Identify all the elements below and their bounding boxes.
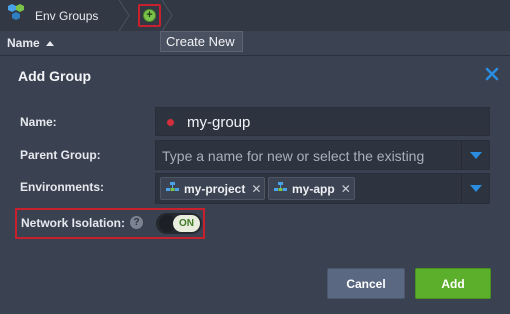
name-label: Name: — [20, 115, 57, 129]
cancel-button[interactable]: Cancel — [327, 268, 405, 299]
add-button[interactable]: Add — [415, 268, 491, 299]
network-isolation-row: Network Isolation: ? ON — [15, 208, 205, 239]
add-group-dialog: Add Group Name: Parent Group: Environmen… — [0, 56, 510, 314]
remove-tag-icon[interactable]: ✕ — [251, 182, 261, 196]
chevron-down-icon — [469, 185, 482, 192]
dialog-title: Add Group — [18, 68, 92, 84]
environments-label: Environments: — [20, 180, 105, 194]
environment-topology-icon — [166, 180, 179, 198]
parent-group-label: Parent Group: — [20, 148, 101, 162]
name-field[interactable] — [155, 107, 490, 136]
environment-tag-label: my-app — [292, 181, 335, 196]
name-column-header[interactable]: Name — [7, 36, 40, 50]
breadcrumb-env-groups[interactable]: Env Groups — [0, 0, 130, 31]
sort-ascending-icon[interactable] — [46, 41, 54, 46]
parent-group-combobox[interactable] — [155, 140, 490, 170]
toggle-state-label: ON — [173, 215, 200, 232]
breadcrumb-bar: Env Groups + — [0, 0, 510, 31]
remove-tag-icon[interactable]: ✕ — [341, 182, 351, 196]
environment-tag[interactable]: my-app ✕ — [268, 177, 355, 200]
chevron-down-icon — [469, 151, 482, 159]
breadcrumb-separator — [117, 0, 131, 31]
network-isolation-toggle[interactable]: ON — [156, 213, 202, 234]
name-input[interactable] — [187, 112, 477, 132]
network-isolation-label: Network Isolation: — [21, 216, 126, 230]
create-new-button[interactable]: + — [138, 4, 161, 27]
breadcrumb-env-groups-label: Env Groups — [35, 8, 99, 23]
environment-tag[interactable]: my-project ✕ — [160, 177, 265, 200]
environment-topology-icon — [274, 180, 287, 198]
breadcrumb-separator — [160, 0, 174, 31]
environments-dropdown-button[interactable] — [461, 174, 489, 203]
environments-tag-field[interactable]: my-project ✕ my-app ✕ — [155, 173, 490, 204]
plus-circle-icon: + — [143, 9, 156, 22]
close-icon[interactable] — [484, 66, 500, 82]
parent-group-dropdown-button[interactable] — [461, 141, 489, 169]
required-indicator-icon — [167, 119, 174, 126]
grid-column-header: Name — [0, 31, 510, 56]
hexagon-cluster-icon — [6, 3, 26, 28]
create-new-tooltip: Create New — [160, 31, 243, 52]
environment-tag-label: my-project — [184, 181, 246, 196]
help-icon[interactable]: ? — [130, 216, 143, 229]
parent-group-input[interactable] — [162, 146, 452, 166]
